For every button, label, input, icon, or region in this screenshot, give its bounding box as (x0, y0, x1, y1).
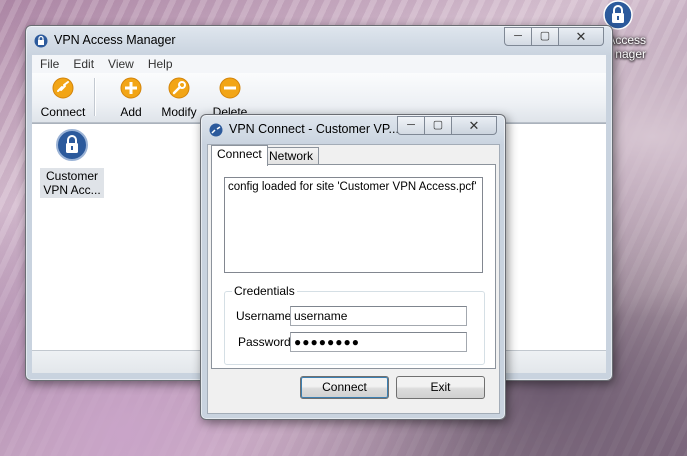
minimize-button[interactable]: ─ (504, 27, 532, 46)
connect-app-icon (209, 123, 223, 137)
connect-button[interactable]: Connect (300, 376, 389, 399)
maximize-icon: ▢ (432, 119, 444, 131)
dialog-minimize-button[interactable]: ─ (397, 116, 425, 135)
close-icon: ✕ (575, 29, 587, 44)
connect-toolbar-button[interactable]: Connect (34, 77, 92, 119)
menu-view[interactable]: View (100, 57, 140, 71)
app-lock-icon (34, 34, 48, 48)
lock-icon (56, 129, 88, 161)
main-titlebar[interactable]: VPN Access Manager ─ ▢ ✕ (26, 26, 612, 54)
wrench-icon (168, 77, 190, 99)
close-button[interactable]: ✕ (558, 27, 604, 46)
tab-network[interactable]: Network (263, 147, 320, 165)
connect-icon (52, 77, 74, 99)
menu-bar: File Edit View Help (32, 55, 606, 73)
username-field[interactable]: username (290, 306, 467, 326)
menu-edit[interactable]: Edit (65, 57, 100, 71)
delete-toolbar-button[interactable]: Delete (210, 77, 250, 117)
log-textarea[interactable]: config loaded for site 'Customer VPN Acc… (224, 177, 483, 273)
dialog-close-button[interactable]: ✕ (451, 116, 497, 135)
dialog-title: VPN Connect - Customer VP... (229, 122, 399, 136)
maximize-button[interactable]: ▢ (531, 27, 559, 46)
connect-dialog: VPN Connect - Customer VP... ─ ▢ ✕ Conne… (200, 114, 506, 420)
toolbar-separator (94, 78, 95, 116)
dialog-maximize-button[interactable]: ▢ (424, 116, 452, 135)
vpn-item-label-line1: Customer (45, 169, 98, 183)
modify-toolbar-label: Modify (161, 105, 197, 119)
username-label: Username (236, 309, 292, 323)
connect-tab-panel: config loaded for site 'Customer VPN Acc… (211, 164, 496, 369)
modify-toolbar-button[interactable]: Modify (156, 77, 202, 119)
minimize-icon: ─ (514, 30, 522, 42)
menu-file[interactable]: File (32, 57, 65, 71)
dialog-titlebar[interactable]: VPN Connect - Customer VP... ─ ▢ ✕ (201, 115, 505, 143)
credentials-label: Credentials (232, 284, 297, 298)
tab-connect[interactable]: Connect (211, 145, 268, 166)
vpn-item-label-line2: VPN Acc... (43, 183, 101, 197)
minimize-icon: ─ (407, 119, 415, 131)
main-window-title: VPN Access Manager (54, 33, 176, 47)
add-toolbar-label: Add (120, 105, 142, 119)
vpn-item-label: Customer VPN Acc... (40, 168, 104, 198)
maximize-icon: ▢ (539, 30, 551, 42)
add-toolbar-button[interactable]: Add (110, 77, 152, 119)
password-label: Password (238, 335, 291, 349)
close-icon: ✕ (468, 118, 480, 133)
connect-toolbar-label: Connect (40, 105, 86, 119)
menu-help[interactable]: Help (140, 57, 179, 71)
exit-button[interactable]: Exit (396, 376, 485, 399)
dialog-body: Connect Network config loaded for site '… (207, 144, 500, 414)
credentials-group: Credentials Username username Password ●… (224, 284, 485, 365)
vpn-list-item[interactable]: Customer VPN Acc... (40, 128, 104, 198)
add-icon (120, 77, 142, 99)
delete-icon (219, 77, 241, 99)
password-field[interactable]: ●●●●●●●● (290, 332, 467, 352)
